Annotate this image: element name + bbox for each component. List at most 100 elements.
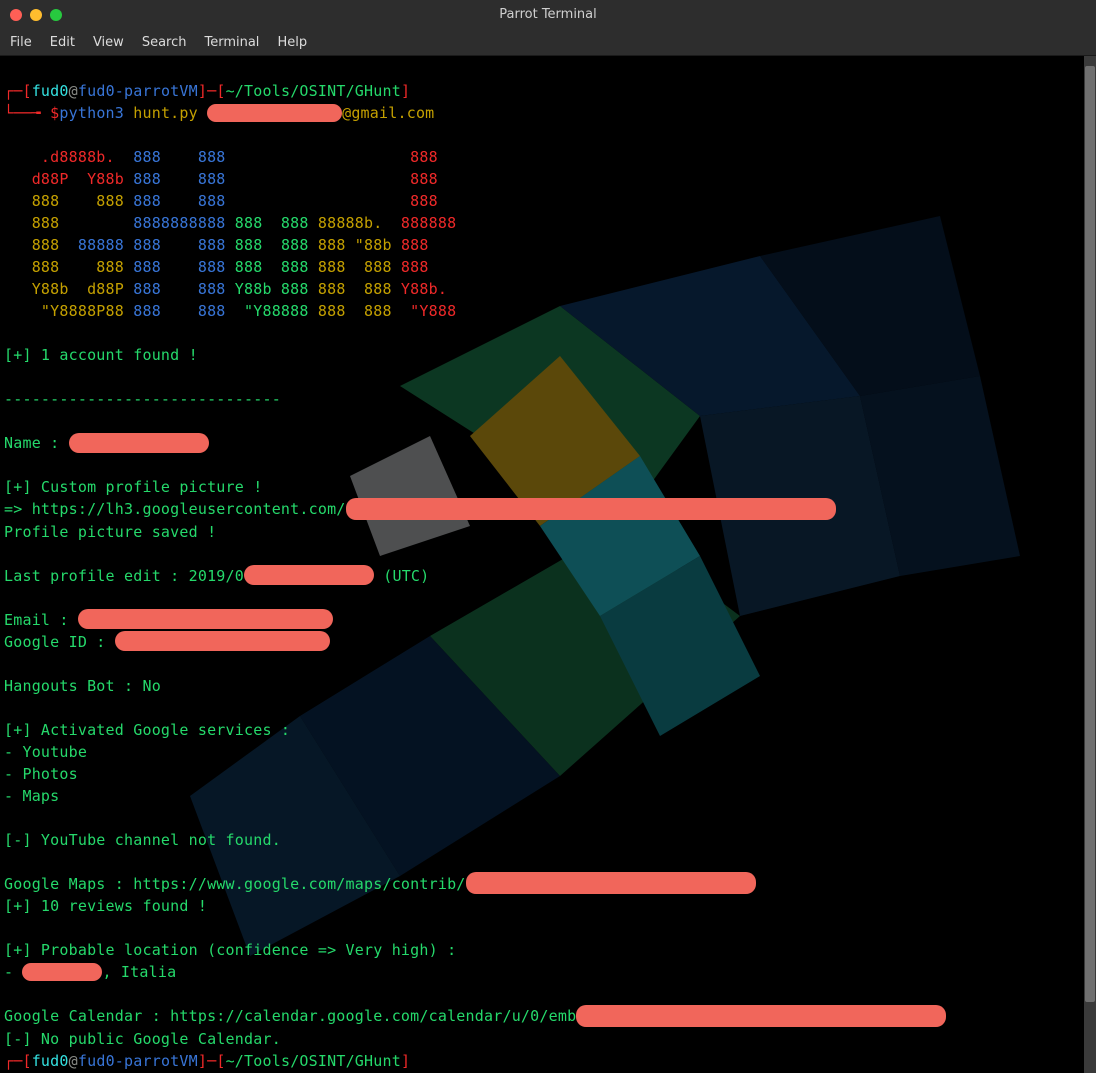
pic-saved: Profile picture saved !: [4, 523, 216, 541]
redacted-maps-url: [466, 872, 756, 894]
menu-terminal[interactable]: Terminal: [204, 35, 259, 50]
at-symbol: @: [69, 82, 78, 100]
ascii-l3a: 888 888: [4, 192, 124, 210]
service-photos: - Photos: [4, 765, 78, 783]
ascii-l7c: Y88b 888: [226, 280, 309, 298]
ascii-l1c: 888: [401, 148, 466, 166]
ascii-l5e: 888 "88b: [309, 236, 392, 254]
prompt-host: fud0-parrotVM: [78, 82, 198, 100]
menu-view[interactable]: View: [93, 35, 124, 50]
last-edit-prefix: Last profile edit : 2019/0: [4, 567, 244, 585]
ascii-l6b: 888 888: [124, 258, 226, 276]
redacted-city: [22, 963, 102, 981]
ascii-l8a: "Y8888P88: [4, 302, 124, 320]
redacted-calendar-url: [576, 1005, 946, 1027]
ascii-l5c: 888 888: [124, 236, 226, 254]
menubar: File Edit View Search Terminal Help: [0, 29, 1096, 56]
redacted-date: [244, 565, 374, 585]
menu-help[interactable]: Help: [277, 35, 307, 50]
prompt2-close: ]: [401, 1052, 410, 1070]
redacted-name: [69, 433, 209, 453]
terminal-output: ┌─[fud0@fud0-parrotVM]─[~/Tools/OSINT/GH…: [0, 56, 1096, 1073]
ascii-l2b: 888 888: [124, 170, 401, 188]
ascii-l8c: "Y88888: [226, 302, 309, 320]
cmd-script: hunt.py: [124, 104, 207, 122]
cmd-bin: python3: [59, 104, 124, 122]
titlebar[interactable]: Parrot Terminal: [0, 0, 1096, 29]
prompt-user: fud0: [32, 82, 69, 100]
ascii-l4c: 888 888: [226, 214, 309, 232]
custom-pic: [+] Custom profile picture !: [4, 478, 262, 496]
ascii-l8d: 888 888: [309, 302, 392, 320]
loc-prefix: -: [4, 963, 22, 981]
prompt-dollar: $: [50, 104, 59, 122]
ascii-l5d: 888 888: [226, 236, 309, 254]
ascii-l1b: 888 888: [124, 148, 401, 166]
ascii-l7e: Y88b.: [392, 280, 457, 298]
prompt2-line1-open: ┌─[: [4, 1052, 32, 1070]
ascii-l7b: 888 888: [124, 280, 226, 298]
ascii-l7d: 888 888: [309, 280, 392, 298]
ascii-l5b: 88888: [69, 236, 124, 254]
cmd-tail: @gmail.com: [342, 104, 434, 122]
email-label: Email :: [4, 611, 78, 629]
menu-edit[interactable]: Edit: [50, 35, 75, 50]
ascii-l8e: "Y888: [392, 302, 457, 320]
ascii-l5f: 888: [392, 236, 457, 254]
menu-file[interactable]: File: [10, 35, 32, 50]
ascii-l6a: 888 888: [4, 258, 124, 276]
ascii-l5a: 888: [4, 236, 69, 254]
prompt2-sep: ]─[: [198, 1052, 226, 1070]
prompt2-user: fud0: [32, 1052, 69, 1070]
ascii-l6c: 888 888: [226, 258, 309, 276]
ascii-l8b: 888 888: [124, 302, 226, 320]
prompt-line1-open: ┌─[: [4, 82, 32, 100]
ascii-l3c: 888: [401, 192, 466, 210]
prompt2-host: fud0-parrotVM: [78, 1052, 198, 1070]
youtube-not-found: [-] YouTube channel not found.: [4, 831, 281, 849]
services-header: [+] Activated Google services :: [4, 721, 290, 739]
redacted-email-local: [207, 104, 342, 122]
ascii-l6e: 888: [392, 258, 457, 276]
scrollbar-thumb[interactable]: [1085, 66, 1095, 1002]
calendar-none: [-] No public Google Calendar.: [4, 1030, 281, 1048]
terminal[interactable]: ┌─[fud0@fud0-parrotVM]─[~/Tools/OSINT/GH…: [0, 56, 1096, 1073]
redacted-pic-url: [346, 498, 836, 520]
maps-prefix: Google Maps : https://www.google.com/map…: [4, 875, 466, 893]
pic-url-prefix: => https://lh3.googleusercontent.com/: [4, 500, 346, 518]
ascii-l6d: 888 888: [309, 258, 392, 276]
location-header: [+] Probable location (confidence => Ver…: [4, 941, 456, 959]
ascii-l7a: Y88b d88P: [4, 280, 124, 298]
calendar-prefix: Google Calendar : https://calendar.googl…: [4, 1007, 576, 1025]
name-label: Name :: [4, 434, 69, 452]
ascii-l4a: 888: [4, 214, 124, 232]
prompt2-at: @: [69, 1052, 78, 1070]
ascii-l4b: 8888888888: [124, 214, 226, 232]
service-maps: - Maps: [4, 787, 59, 805]
scrollbar[interactable]: [1084, 56, 1096, 1073]
google-id-label: Google ID :: [4, 633, 115, 651]
hr: ------------------------------: [4, 390, 281, 408]
ascii-l4e: 888888: [392, 214, 457, 232]
ascii-l2a: d88P Y88b: [4, 170, 124, 188]
ascii-l4d: 88888b.: [309, 214, 392, 232]
window: Parrot Terminal File Edit View Search Te…: [0, 0, 1096, 1073]
prompt-sep: ]─[: [198, 82, 226, 100]
prompt-line2: └──╼: [4, 104, 50, 122]
prompt-close: ]: [401, 82, 410, 100]
last-edit-suffix: (UTC): [374, 567, 429, 585]
redacted-google-id: [115, 631, 330, 651]
redacted-email: [78, 609, 333, 629]
hangouts: Hangouts Bot : No: [4, 677, 161, 695]
service-youtube: - Youtube: [4, 743, 87, 761]
window-title: Parrot Terminal: [0, 7, 1096, 22]
loc-suffix: , Italia: [102, 963, 176, 981]
ascii-l1a: .d8888b.: [4, 148, 124, 166]
accounts-found: [+] 1 account found !: [4, 346, 198, 364]
reviews-found: [+] 10 reviews found !: [4, 897, 207, 915]
ascii-l2c: 888: [401, 170, 466, 188]
prompt-path: ~/Tools/OSINT/GHunt: [226, 82, 401, 100]
ascii-l3b: 888 888: [124, 192, 401, 210]
menu-search[interactable]: Search: [142, 35, 187, 50]
prompt2-path: ~/Tools/OSINT/GHunt: [226, 1052, 401, 1070]
